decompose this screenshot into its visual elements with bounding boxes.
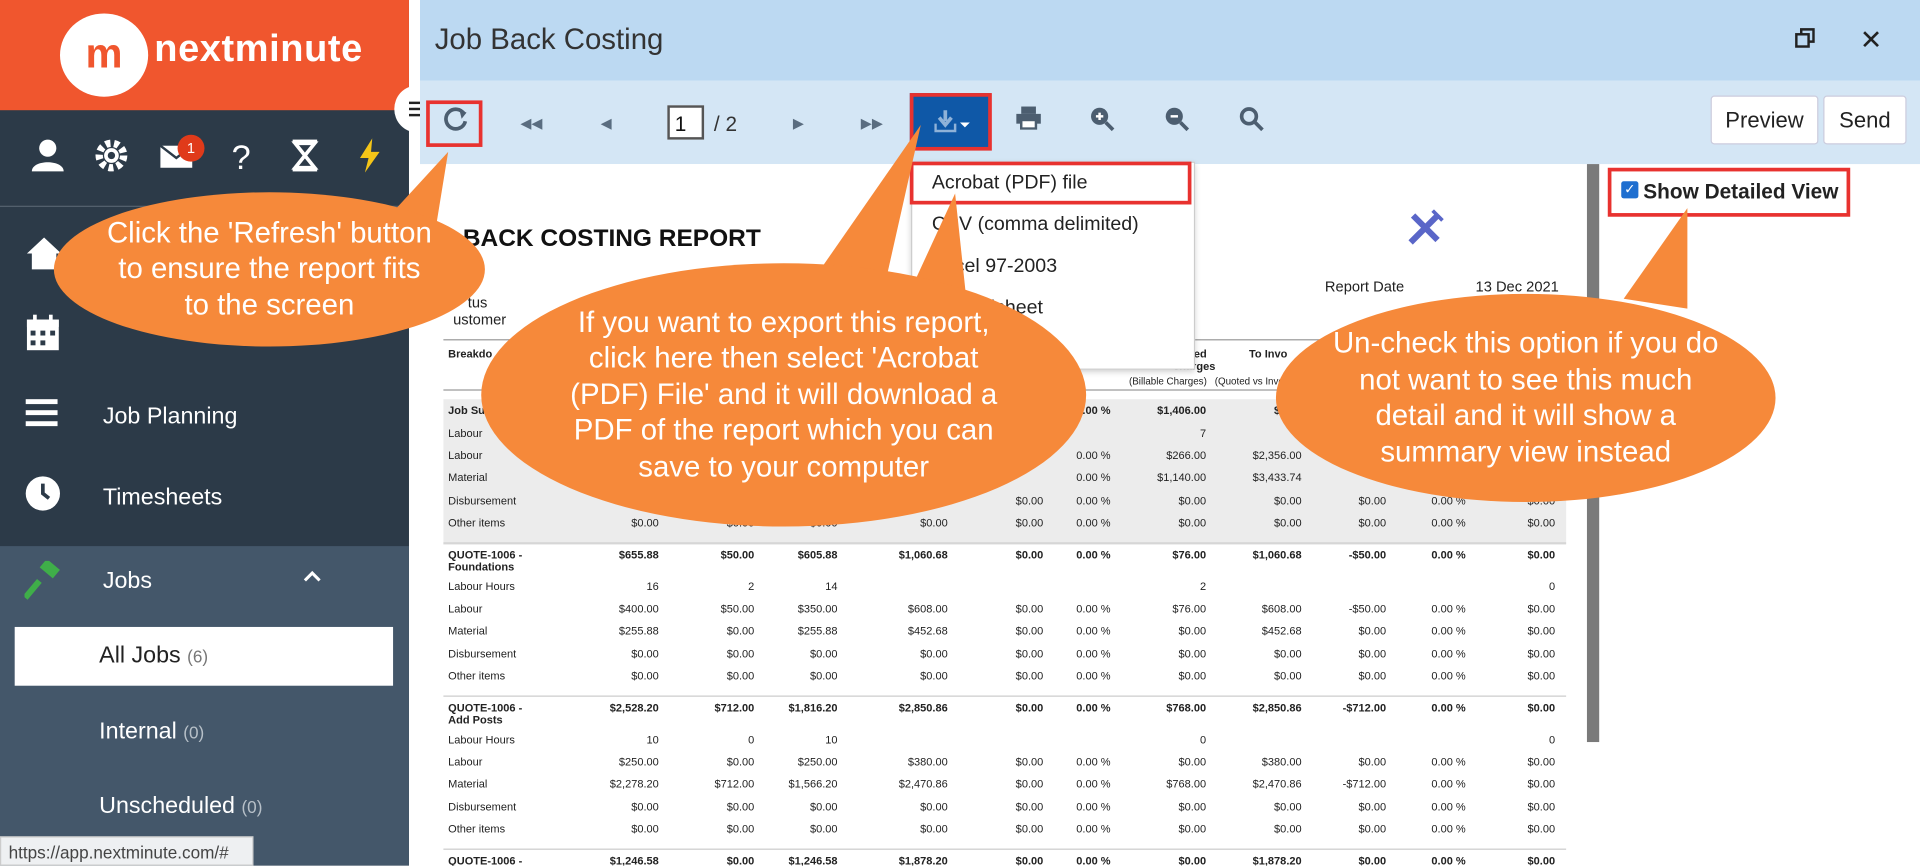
- callout-refresh: Click the 'Refresh' button to ensure the…: [53, 192, 485, 347]
- callout-detail: Un-check this option if you do not want …: [1275, 293, 1776, 503]
- callout-export: If you want to export this report, click…: [481, 263, 1087, 527]
